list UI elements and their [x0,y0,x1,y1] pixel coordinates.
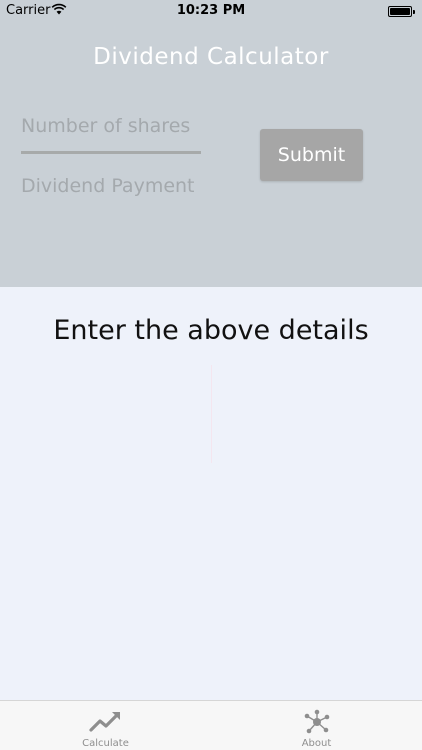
tab-calculate-label: Calculate [82,738,129,749]
dividend-payment-input[interactable] [21,168,221,204]
tab-about[interactable]: About [211,701,422,750]
network-icon [304,709,329,734]
number-of-shares-input[interactable] [21,108,201,144]
result-message: Enter the above details [53,315,369,346]
status-bar: Carrier 10:23 PM [0,0,422,22]
status-time: 10:23 PM [176,3,246,18]
shares-input-underline [21,151,201,154]
tab-bar: Calculate About [0,700,422,750]
tab-calculate[interactable]: Calculate [0,701,211,750]
battery-icon [388,6,415,17]
page-title: Dividend Calculator [93,44,329,70]
header-panel: Carrier 10:23 PM Dividend Calculator Sub… [0,0,422,287]
trending-up-icon [88,712,120,732]
submit-button[interactable]: Submit [260,129,363,181]
tab-about-label: About [301,738,332,749]
divider-line [211,365,212,463]
app-screen: Carrier 10:23 PM Dividend Calculator Sub… [0,0,422,750]
